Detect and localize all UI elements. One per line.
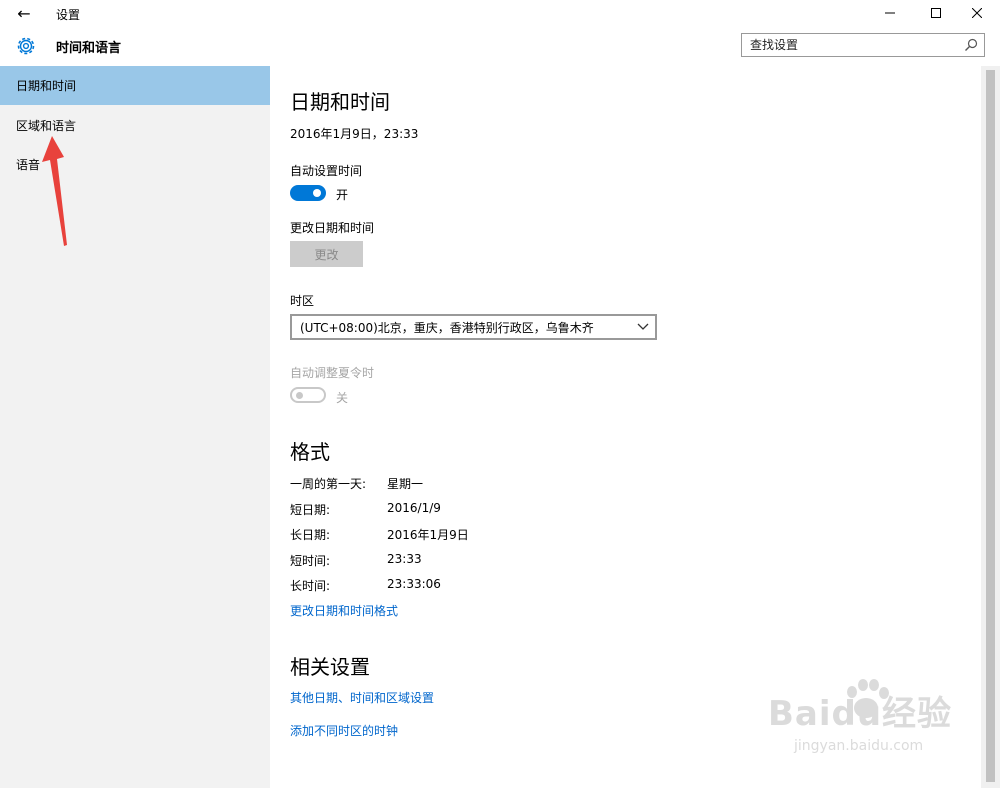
watermark-brand: Baidu经验 [768,694,953,734]
gear-icon [17,37,35,55]
format-key: 短时间: [290,554,331,568]
page-title: 时间和语言 [56,41,122,56]
auto-time-toggle[interactable] [290,185,326,201]
section-heading-related: 相关设置 [290,655,370,679]
timezone-label: 时区 [290,294,315,308]
timezone-value: (UTC+08:00)北京，重庆，香港特别行政区，乌鲁木齐 [300,320,594,335]
format-key: 一周的第一天: [290,477,367,491]
timezone-dropdown[interactable]: (UTC+08:00)北京，重庆，香港特别行政区，乌鲁木齐 [290,314,657,340]
sidebar-item-date-time[interactable]: 日期和时间 [0,66,270,105]
close-icon [972,8,982,18]
format-value: 星期一 [387,477,424,491]
format-key: 短日期: [290,503,331,517]
sidebar-item-label: 语音 [16,158,41,172]
format-value: 2016年1月9日 [387,528,469,542]
format-key: 长时间: [290,579,331,593]
minimize-icon [885,12,895,14]
window-title: 设置 [56,8,81,22]
format-key: 长日期: [290,528,331,542]
format-value: 23:33 [387,552,422,566]
back-arrow-icon[interactable]: ← [12,3,36,23]
search-input[interactable] [742,34,965,56]
chevron-down-icon [637,323,649,330]
auto-time-label: 自动设置时间 [290,164,363,178]
scrollbar-thumb[interactable] [986,70,995,782]
section-heading-format: 格式 [290,440,330,464]
dst-state: 关 [336,391,349,405]
baidu-watermark: Baidu经验 jingyan.baidu.com [760,676,970,766]
add-clocks-link[interactable]: 添加不同时区的时钟 [290,722,398,739]
format-value: 2016/1/9 [387,501,441,515]
toggle-knob [313,189,321,197]
annotation-arrow-icon [42,136,67,246]
change-datetime-button[interactable]: 更改 [290,241,363,267]
maximize-icon [931,8,941,18]
auto-time-state: 开 [336,188,349,202]
format-value: 23:33:06 [387,577,441,591]
change-format-link[interactable]: 更改日期和时间格式 [290,602,398,619]
watermark-url: jingyan.baidu.com [794,738,924,754]
dst-label: 自动调整夏令时 [290,366,375,380]
current-datetime: 2016年1月9日，23:33 [290,127,419,141]
search-box[interactable] [741,33,985,57]
sidebar-item-label: 区域和语言 [16,119,77,133]
dst-toggle[interactable] [290,387,326,403]
settings-header: 时间和语言 [0,26,1000,66]
change-datetime-label: 更改日期和时间 [290,221,375,235]
title-bar: ← 设置 [0,0,1000,26]
minimize-button[interactable] [867,0,913,26]
section-heading-datetime: 日期和时间 [290,90,390,114]
close-button[interactable] [954,0,1000,26]
vertical-scrollbar[interactable] [981,66,1000,788]
other-region-settings-link[interactable]: 其他日期、时间和区域设置 [290,689,434,706]
search-icon[interactable] [964,38,978,52]
toggle-knob [296,392,303,399]
sidebar-item-label: 日期和时间 [16,79,77,93]
maximize-button[interactable] [913,0,959,26]
settings-window: ← 设置 时间和语言 日期和时间 [0,0,1000,788]
